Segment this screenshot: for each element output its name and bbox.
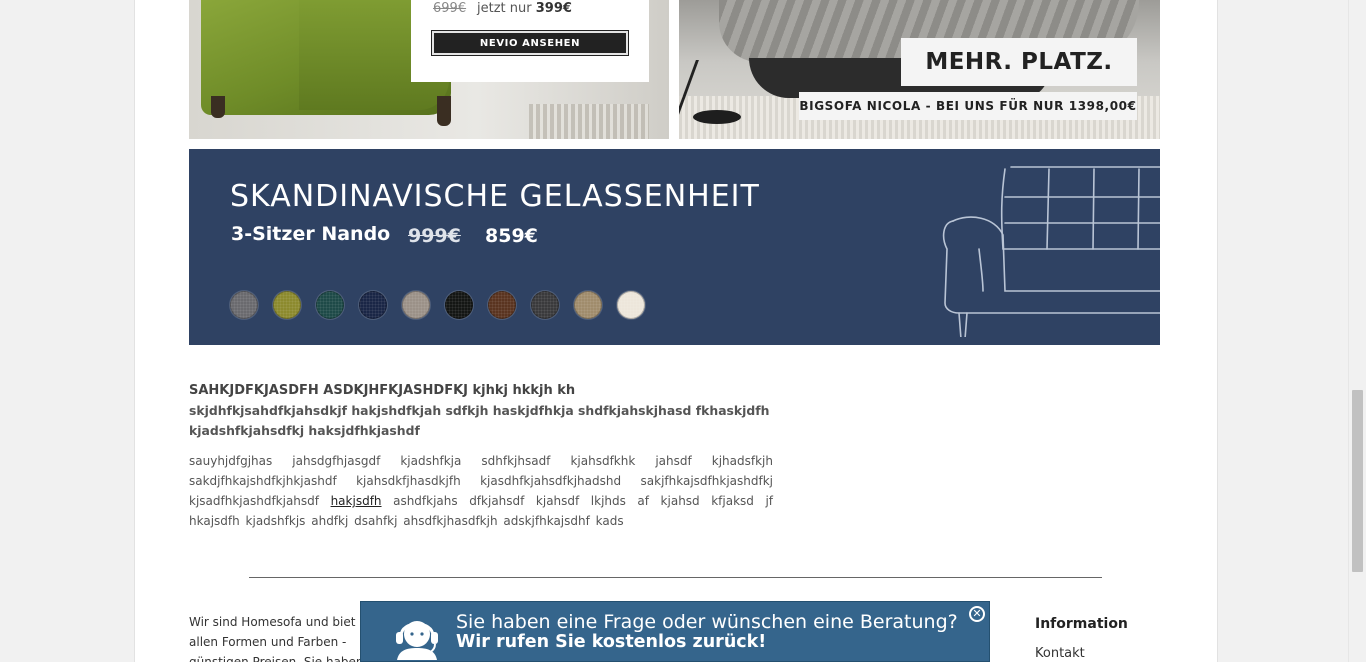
scrollbar-thumb[interactable] — [1352, 390, 1363, 572]
sofa-outline-icon — [942, 166, 1160, 337]
color-swatch[interactable] — [574, 291, 602, 319]
nevio-view-button[interactable]: NEVIO ANSEHEN — [431, 30, 629, 56]
information-heading: Information — [1035, 616, 1128, 632]
color-swatch[interactable] — [402, 291, 430, 319]
callback-popup[interactable]: Sie haben eine Frage oder wünschen eine … — [360, 601, 990, 662]
color-swatch[interactable] — [316, 291, 344, 319]
callback-offer: Wir rufen Sie kostenlos zurück! — [456, 632, 767, 652]
banner-title: SKANDINAVISCHE GELASSENHEIT — [230, 179, 760, 214]
lamp-base-image — [693, 110, 741, 124]
old-price: 699€ — [433, 1, 467, 16]
color-swatches — [230, 291, 645, 319]
bigsofa-banner[interactable]: MEHR. PLATZ. BIGSOFA NICOLA - BEI UNS FÜ… — [679, 0, 1160, 139]
nevio-banner[interactable]: 699€ jetzt nur 399€ NEVIO ANSEHEN — [189, 0, 669, 139]
section-divider — [249, 577, 1102, 578]
page-scrollbar[interactable] — [1348, 0, 1366, 662]
text-paragraph: sauyhjdfgjhas jahsdgfhjasgdf kjadshfkja … — [189, 454, 774, 528]
color-swatch[interactable] — [617, 291, 645, 319]
bigsofa-subline: BIGSOFA NICOLA - BEI UNS FÜR NUR 1398,00… — [799, 92, 1137, 120]
color-swatch[interactable] — [445, 291, 473, 319]
color-swatch[interactable] — [488, 291, 516, 319]
kontakt-link[interactable]: Kontakt — [1035, 646, 1085, 661]
current-price: jetzt nur 399€ — [477, 1, 572, 16]
text-subheading: skjdhfkjsahdfkjahsdkjf hakjshdfkjah sdfk… — [189, 403, 770, 438]
inline-link[interactable]: hakjsdfh — [331, 494, 382, 508]
product-name: 3-Sitzer Nando — [231, 223, 391, 245]
bigsofa-headline: MEHR. PLATZ. — [901, 38, 1137, 86]
seo-text-block: SAHKJDFKJASDFH ASDKJHFKJASHDFKJ kjhkj hk… — [189, 381, 773, 531]
nando-banner[interactable]: SKANDINAVISCHE GELASSENHEIT 3-Sitzer Nan… — [189, 149, 1160, 345]
page-content: 699€ jetzt nur 399€ NEVIO ANSEHEN MEHR. … — [134, 0, 1218, 662]
callback-question: Sie haben eine Frage oder wünschen eine … — [456, 611, 958, 633]
text-heading: SAHKJDFKJASDFH ASDKJHFKJASHDFKJ kjhkj hk… — [189, 383, 576, 398]
color-swatch[interactable] — [230, 291, 258, 319]
nevio-offer-box: 699€ jetzt nur 399€ NEVIO ANSEHEN — [411, 0, 649, 82]
color-swatch[interactable] — [273, 291, 301, 319]
chair-leg — [437, 96, 451, 126]
close-icon[interactable]: ✕ — [969, 606, 985, 622]
old-price: 999€ — [408, 225, 461, 247]
color-swatch[interactable] — [531, 291, 559, 319]
about-text: Wir sind Homesofa und biet allen Formen … — [189, 615, 364, 662]
books-decoration — [529, 104, 649, 139]
color-swatch[interactable] — [359, 291, 387, 319]
headset-agent-icon — [396, 621, 438, 660]
chair-leg — [211, 96, 225, 118]
new-price: 859€ — [485, 225, 538, 247]
